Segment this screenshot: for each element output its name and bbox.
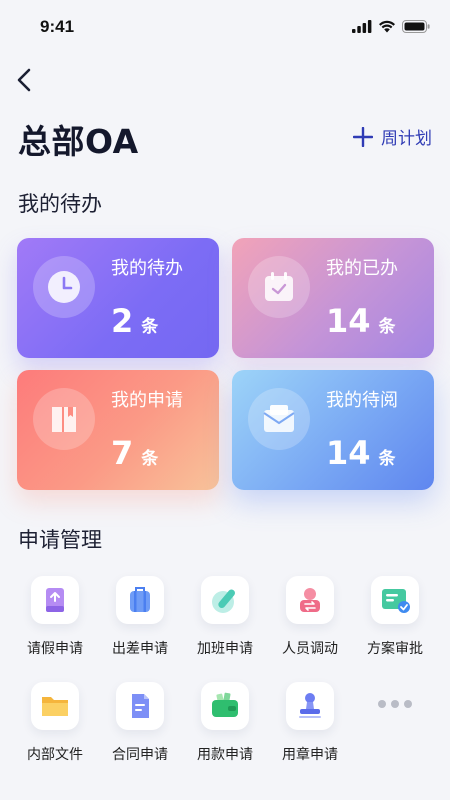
grid-label: 人员调动 (282, 641, 338, 657)
pen-icon (212, 589, 235, 613)
card-count: 14 条 (326, 302, 396, 340)
grid-label: 用章申请 (282, 747, 338, 763)
wifi-icon (379, 20, 395, 33)
card-my-application[interactable]: 我的申请 7 条 (17, 370, 219, 490)
book-icon (52, 407, 76, 432)
grid-item-plan-approval[interactable]: 方案审批 (355, 576, 435, 658)
apply-section-title: 申请管理 (18, 528, 102, 552)
transfer-icon (300, 588, 320, 612)
wallet-icon (212, 692, 238, 717)
card-count-number: 14 (326, 302, 371, 340)
stamp-icon (299, 693, 321, 718)
grid-label: 请假申请 (27, 641, 83, 657)
card-my-to-read[interactable]: 我的待阅 14 条 (232, 370, 434, 490)
status-icons (352, 20, 430, 33)
card-count-unit: 条 (378, 317, 396, 337)
back-button[interactable] (14, 66, 38, 94)
leave-icon (46, 588, 64, 612)
page-title: 总部OA (18, 122, 139, 161)
grid-label: 内部文件 (27, 747, 83, 763)
week-plan-label: 周计划 (381, 129, 432, 149)
mail-icon (263, 405, 295, 432)
grid-label: 方案审批 (367, 641, 423, 657)
grid-item-overtime[interactable]: 加班申请 (185, 576, 265, 658)
card-label: 我的已办 (326, 258, 398, 279)
card-count: 2 条 (111, 302, 158, 340)
card-count-unit: 条 (141, 449, 159, 469)
card-count-unit: 条 (141, 317, 159, 337)
card-label: 我的申请 (111, 390, 183, 411)
approval-icon (382, 589, 410, 613)
grid-item-leave[interactable]: 请假申请 (15, 576, 95, 658)
todo-section-title: 我的待办 (18, 192, 102, 216)
grid-item-internal-files[interactable]: 内部文件 (15, 682, 95, 764)
plus-icon (353, 126, 373, 147)
grid-label: 用款申请 (197, 747, 253, 763)
status-bar: 9:41 (0, 0, 450, 56)
card-count-unit: 条 (378, 449, 396, 469)
week-plan-button[interactable]: 周计划 (353, 124, 432, 149)
grid-label: 加班申请 (197, 641, 253, 657)
grid-label: 出差申请 (112, 641, 168, 657)
card-count-number: 2 (111, 302, 134, 340)
contract-icon (132, 694, 149, 718)
folder-icon (42, 697, 68, 716)
signal-icon (352, 20, 372, 33)
card-my-done[interactable]: 我的已办 14 条 (232, 238, 434, 358)
battery-icon (402, 20, 430, 33)
clock-icon (48, 271, 80, 303)
grid-item-seal[interactable]: 用章申请 (270, 682, 350, 764)
grid-item-business-trip[interactable]: 出差申请 (100, 576, 180, 658)
status-time: 9:41 (40, 17, 75, 36)
chevron-left-icon (17, 68, 31, 92)
card-label: 我的待办 (111, 258, 183, 279)
card-count: 14 条 (326, 434, 396, 472)
card-count: 7 条 (111, 434, 158, 472)
more-button[interactable] (355, 682, 435, 708)
card-label: 我的待阅 (326, 390, 398, 411)
card-my-todo[interactable]: 我的待办 2 条 (17, 238, 219, 358)
calendar-check-icon (265, 272, 293, 301)
grid-item-contract[interactable]: 合同申请 (100, 682, 180, 764)
luggage-icon (130, 587, 150, 612)
grid-item-payment[interactable]: 用款申请 (185, 682, 265, 764)
grid-label: 合同申请 (112, 747, 168, 763)
card-count-number: 14 (326, 434, 371, 472)
card-count-number: 7 (111, 434, 134, 472)
grid-item-transfer[interactable]: 人员调动 (270, 576, 350, 658)
more-icon (378, 700, 412, 708)
